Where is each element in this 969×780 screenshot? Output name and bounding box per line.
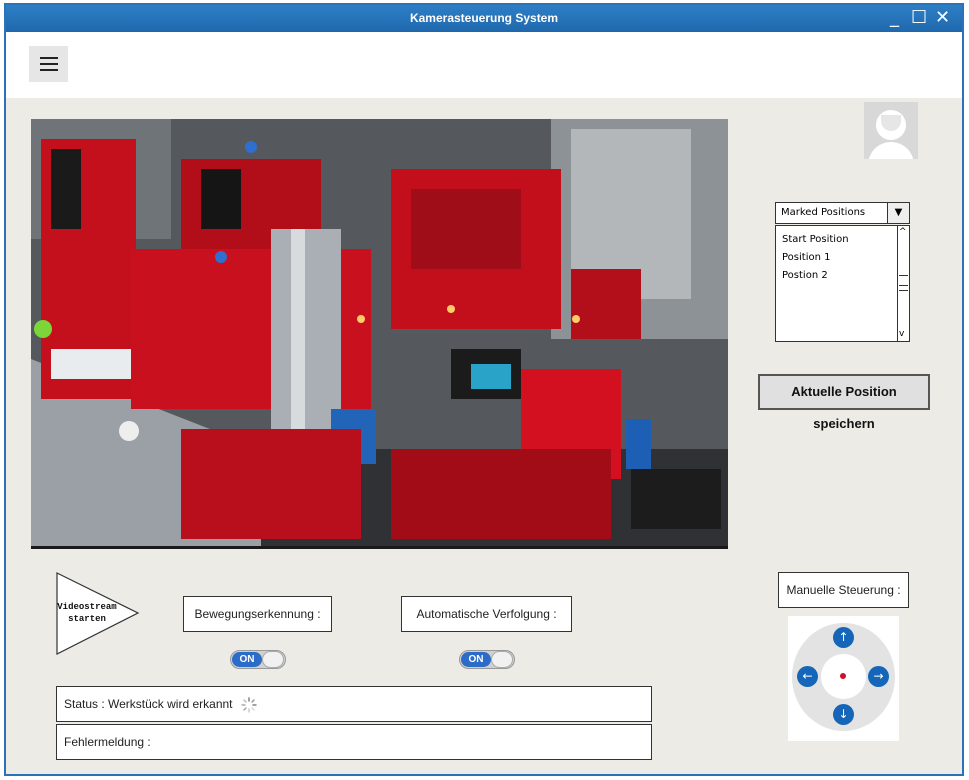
start-videostream-button[interactable]: Videostream starten <box>56 572 140 655</box>
status-field: Status : Werkstück wird erkannt <box>56 686 652 722</box>
arrow-left-icon[interactable]: ← <box>797 666 818 687</box>
app-window: Kamerasteuerung System _ ☐ ✕ Marked Posi… <box>4 3 964 776</box>
scroll-up-icon[interactable]: ^ <box>899 228 907 237</box>
arrow-right-icon[interactable]: → <box>868 666 889 687</box>
title-bar: Kamerasteuerung System _ ☐ ✕ <box>6 5 962 32</box>
video-feed <box>31 119 728 549</box>
list-item[interactable]: Postion 2 <box>782 270 828 281</box>
arrow-down-icon[interactable]: ↓ <box>833 704 854 725</box>
user-avatar-icon[interactable] <box>864 102 918 159</box>
camera-image <box>31 119 728 546</box>
list-item[interactable]: Position 1 <box>782 252 830 263</box>
list-item[interactable]: Start Position <box>782 234 849 245</box>
manual-control-label: Manuelle Steuerung : <box>778 572 909 608</box>
auto-tracking-toggle[interactable]: ON <box>459 650 515 669</box>
window-title: Kamerasteuerung System <box>409 11 559 25</box>
status-text: Status : Werkstück wird erkannt <box>64 697 233 711</box>
chevron-down-icon[interactable]: ▼ <box>887 203 909 223</box>
direction-pad: ↑ ↓ ← → <box>788 616 899 741</box>
scroll-down-icon[interactable]: v <box>899 330 904 339</box>
toggle-on-label: ON <box>232 652 262 667</box>
arrow-up-icon[interactable]: ↑ <box>833 627 854 648</box>
center-dot-icon <box>840 673 846 679</box>
loading-spinner-icon <box>241 697 257 713</box>
top-toolbar <box>6 32 962 98</box>
motion-detection-label: Bewegungserkennung : <box>183 596 332 632</box>
videostream-label-line2: starten <box>68 614 106 624</box>
close-icon[interactable]: ✕ <box>935 8 950 28</box>
scrollbar[interactable]: ^ v <box>897 226 909 341</box>
save-position-button[interactable]: Aktuelle Position speichern <box>758 374 930 431</box>
videostream-label-line1: Videostream <box>57 602 117 612</box>
maximize-icon[interactable]: ☐ <box>911 8 927 28</box>
dropdown-label: Marked Positions <box>781 207 866 218</box>
minimize-icon[interactable]: _ <box>890 8 899 28</box>
error-message-field: Fehlermeldung : <box>56 724 652 760</box>
toggle-on-label: ON <box>461 652 491 667</box>
marked-positions-dropdown[interactable]: Marked Positions ▼ <box>775 202 910 224</box>
error-text: Fehlermeldung : <box>64 735 151 749</box>
hamburger-menu-icon[interactable] <box>29 46 68 82</box>
motion-detection-toggle[interactable]: ON <box>230 650 286 669</box>
positions-list[interactable]: Start Position Position 1 Postion 2 ^ v <box>775 225 910 342</box>
auto-tracking-label: Automatische Verfolgung : <box>401 596 572 632</box>
